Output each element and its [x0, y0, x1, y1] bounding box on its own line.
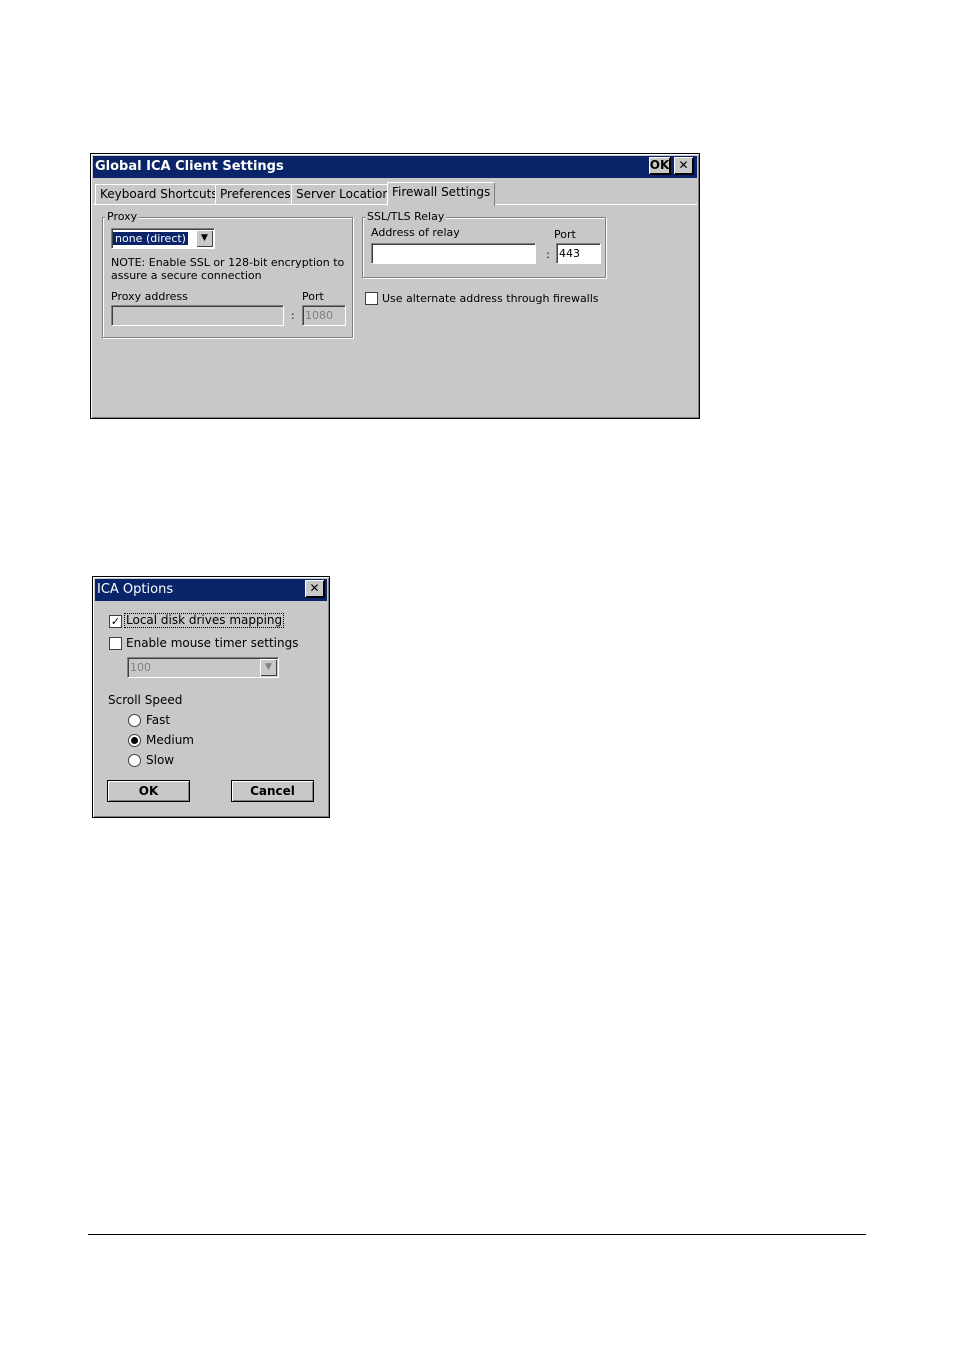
tab-preferences[interactable]: Preferences [215, 184, 296, 204]
ica-options-window: ICA Options ✕ ✓ Local disk drives mappin… [92, 576, 330, 818]
proxy-address-input[interactable] [111, 305, 284, 326]
tab-server-location[interactable]: Server Location [291, 184, 395, 204]
ica-options-title: ICA Options [97, 582, 174, 597]
ica-options-titlebar[interactable]: ICA Options [95, 579, 327, 601]
proxy-port-label: Port [302, 290, 324, 303]
relay-address-label: Address of relay [371, 226, 460, 239]
alternate-address-checkbox[interactable] [365, 292, 378, 305]
ok-title-button[interactable]: OK [649, 157, 671, 175]
scroll-speed-label: Scroll Speed [108, 693, 183, 707]
proxy-group: Proxy none (direct) ▼ NOTE: Enable SSL o… [102, 210, 353, 338]
chevron-down-icon[interactable]: ▼ [196, 230, 213, 247]
global-ica-settings-window: Global ICA Client Settings OK ✕ Keyboard… [90, 153, 700, 419]
mouse-timer-value: 100 [130, 661, 151, 674]
speed-slow-radio[interactable] [128, 754, 141, 767]
window-titlebar[interactable]: Global ICA Client Settings [93, 156, 697, 178]
tab-keyboard-shortcuts[interactable]: Keyboard Shortcuts [95, 184, 223, 204]
proxy-port-input[interactable]: 1080 [302, 305, 346, 326]
speed-slow-label: Slow [146, 753, 175, 767]
mouse-timer-select[interactable]: 100 ▼ [127, 657, 279, 678]
proxy-note-line1: NOTE: Enable SSL or 128-bit encryption t… [111, 256, 345, 269]
proxy-note-line2: assure a secure connection [111, 269, 262, 282]
ssl-relay-group-label: SSL/TLS Relay [365, 210, 447, 224]
proxy-address-label: Proxy address [111, 290, 188, 303]
close-icon[interactable]: ✕ [305, 580, 325, 598]
tab-firewall-settings[interactable]: Firewall Settings [387, 182, 496, 206]
mouse-timer-checkbox[interactable] [109, 637, 122, 650]
mouse-timer-label: Enable mouse timer settings [126, 636, 299, 650]
relay-colon: : [546, 248, 550, 261]
speed-fast-label: Fast [146, 713, 171, 727]
proxy-type-select[interactable]: none (direct) ▼ [111, 228, 215, 249]
page-footer-rule [88, 1234, 866, 1235]
relay-port-input[interactable]: 443 [556, 243, 601, 264]
cancel-button[interactable]: Cancel [231, 780, 314, 802]
speed-medium-label: Medium [146, 733, 194, 747]
close-icon[interactable]: ✕ [674, 157, 694, 175]
local-disk-label[interactable]: Local disk drives mapping [123, 613, 285, 628]
proxy-group-label: Proxy [105, 210, 140, 224]
proxy-colon: : [291, 309, 295, 322]
radio-selected-dot [131, 737, 138, 744]
relay-port-label: Port [554, 228, 576, 241]
local-disk-checkbox[interactable]: ✓ [109, 615, 122, 628]
chevron-down-icon[interactable]: ▼ [260, 659, 277, 676]
speed-fast-radio[interactable] [128, 714, 141, 727]
ssl-relay-group: SSL/TLS Relay Address of relay Port : 44… [362, 210, 606, 278]
speed-medium-radio[interactable] [128, 734, 141, 747]
proxy-type-value: none (direct) [113, 232, 188, 245]
relay-address-input[interactable] [371, 243, 536, 264]
window-title: Global ICA Client Settings [95, 159, 284, 174]
alternate-address-label: Use alternate address through firewalls [382, 292, 599, 305]
ok-button[interactable]: OK [107, 780, 190, 802]
